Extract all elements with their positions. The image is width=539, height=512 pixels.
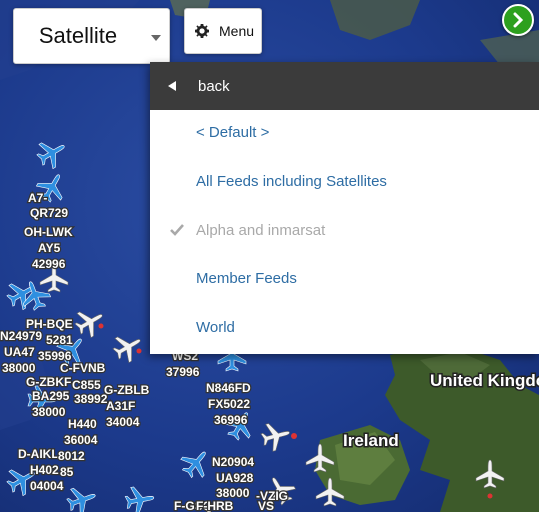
aircraft-label[interactable]: BA295	[31, 388, 71, 405]
aircraft-label[interactable]: C-FVNB	[59, 360, 107, 377]
aircraft-label[interactable]: 36996	[213, 412, 249, 429]
chevron-right-icon	[513, 12, 524, 28]
aircraft-label[interactable]: D-AIKL	[17, 446, 60, 463]
aircraft-label[interactable]: PH-BQE	[25, 316, 74, 333]
aircraft-label[interactable]: 5281	[45, 332, 75, 349]
aircraft-label[interactable]: A31F	[105, 398, 137, 415]
place-label: United Kingdom	[430, 371, 539, 390]
map-type-selector[interactable]: Satellite	[13, 8, 170, 64]
aircraft-label[interactable]: 37996	[165, 364, 201, 381]
menu-button-label: Menu	[219, 23, 255, 39]
menu-item-label: Member Feeds	[196, 270, 297, 287]
menu-item-all-feeds[interactable]: All Feeds including Satellites	[150, 159, 539, 207]
aircraft-label[interactable]: QR729	[29, 205, 70, 222]
aircraft-label[interactable]: A7-	[27, 190, 49, 207]
aircraft-label[interactable]: N24979	[0, 328, 44, 345]
aircraft-label[interactable]: H402	[29, 462, 61, 479]
aircraft-label[interactable]: H440	[67, 416, 99, 433]
aircraft-label[interactable]: F-HRB	[195, 498, 235, 512]
menu-button[interactable]: Menu	[184, 8, 262, 54]
aircraft-label[interactable]: 8012	[57, 448, 87, 465]
menu-item-label: All Feeds including Satellites	[196, 173, 387, 190]
menu-item-label: World	[196, 319, 235, 336]
menu-item-member-feeds[interactable]: Member Feeds	[150, 256, 539, 304]
aircraft-label[interactable]: FX5022	[207, 396, 252, 413]
caret-down-icon	[151, 35, 161, 41]
aircraft-label[interactable]: 38000	[215, 485, 251, 502]
menu-back-item[interactable]: back	[150, 62, 539, 110]
back-arrow-icon	[168, 81, 176, 91]
menu-item-world[interactable]: World	[150, 305, 539, 353]
menu-item-default[interactable]: < Default >	[150, 110, 539, 158]
menu-item-label: Alpha and inmarsat	[196, 222, 326, 239]
place-label: Ireland	[343, 431, 399, 450]
aircraft-label[interactable]: G-ZBKF	[25, 374, 73, 391]
aircraft-label[interactable]: OH-LWK	[23, 224, 74, 241]
aircraft-label[interactable]: C855	[71, 377, 103, 394]
aircraft-label[interactable]: 38000	[1, 360, 37, 377]
aircraft-label[interactable]: 38000	[31, 404, 67, 421]
menu-item-label: < Default >	[196, 124, 270, 141]
aircraft-label[interactable]: G-ZBLB	[103, 382, 151, 399]
checkmark-icon	[170, 224, 184, 236]
aircraft-label[interactable]: 34004	[105, 414, 141, 431]
map-type-label: Satellite	[38, 23, 118, 48]
aircraft-label[interactable]: 85	[59, 464, 75, 481]
aircraft-label[interactable]: 04004	[29, 478, 65, 495]
feed-dropdown-menu: back < Default > All Feeds including Sat…	[150, 62, 539, 354]
aircraft-label[interactable]: N846FD	[205, 380, 253, 397]
aircraft-label[interactable]: N20904	[211, 454, 256, 471]
aircraft-label[interactable]: VS	[257, 498, 276, 512]
menu-item-alpha-inmarsat[interactable]: Alpha and inmarsat	[150, 208, 539, 256]
aircraft-label[interactable]: 42996	[31, 256, 67, 273]
aircraft-label[interactable]: 36004	[63, 432, 99, 449]
aircraft-label[interactable]: AY5	[37, 240, 62, 257]
menu-back-label: back	[198, 78, 230, 95]
aircraft-label[interactable]: UA928	[215, 470, 255, 487]
aircraft-label[interactable]: UA47	[3, 344, 37, 361]
aircraft-label[interactable]: 38992	[73, 391, 109, 408]
gear-icon	[195, 24, 209, 38]
next-button[interactable]	[502, 4, 534, 36]
